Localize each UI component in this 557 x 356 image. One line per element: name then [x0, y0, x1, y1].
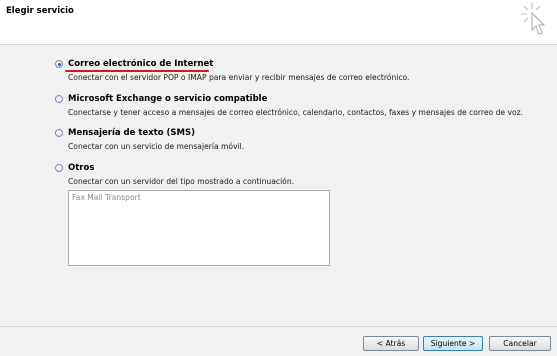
other-server-type-list[interactable]: Fax Mail Transport	[68, 190, 330, 266]
option-title[interactable]: Otros	[68, 163, 94, 173]
cancel-button[interactable]: Cancelar	[489, 336, 551, 351]
radio-exchange[interactable]	[55, 95, 63, 103]
radio-internet-email[interactable]	[55, 60, 63, 68]
cursor-sparkle-icon	[521, 2, 546, 35]
back-button[interactable]: < Atrás	[363, 336, 419, 351]
option-title[interactable]: Correo electrónico de Internet	[68, 59, 213, 69]
radio-other[interactable]	[55, 164, 63, 172]
dialog-title: Elegir servicio	[6, 6, 74, 16]
option-title[interactable]: Microsoft Exchange o servicio compatible	[68, 94, 267, 104]
next-button[interactable]: Siguiente >	[423, 336, 483, 351]
option-title[interactable]: Mensajería de texto (SMS)	[68, 128, 195, 138]
red-underline-annotation	[65, 70, 209, 72]
option-description: Conectarse y tener acceso a mensajes de …	[68, 108, 524, 117]
service-options: Correo electrónico de Internet Conectar …	[0, 44, 557, 324]
footer-divider	[0, 326, 557, 327]
radio-sms[interactable]	[55, 129, 63, 137]
option-description: Conectar con el servidor POP o IMAP para…	[68, 73, 410, 82]
option-description: Conectar con un servidor del tipo mostra…	[68, 177, 295, 186]
dialog-header: Elegir servicio	[0, 0, 557, 45]
option-description: Conectar con un servicio de mensajería m…	[68, 142, 245, 151]
list-item[interactable]: Fax Mail Transport	[72, 193, 326, 202]
